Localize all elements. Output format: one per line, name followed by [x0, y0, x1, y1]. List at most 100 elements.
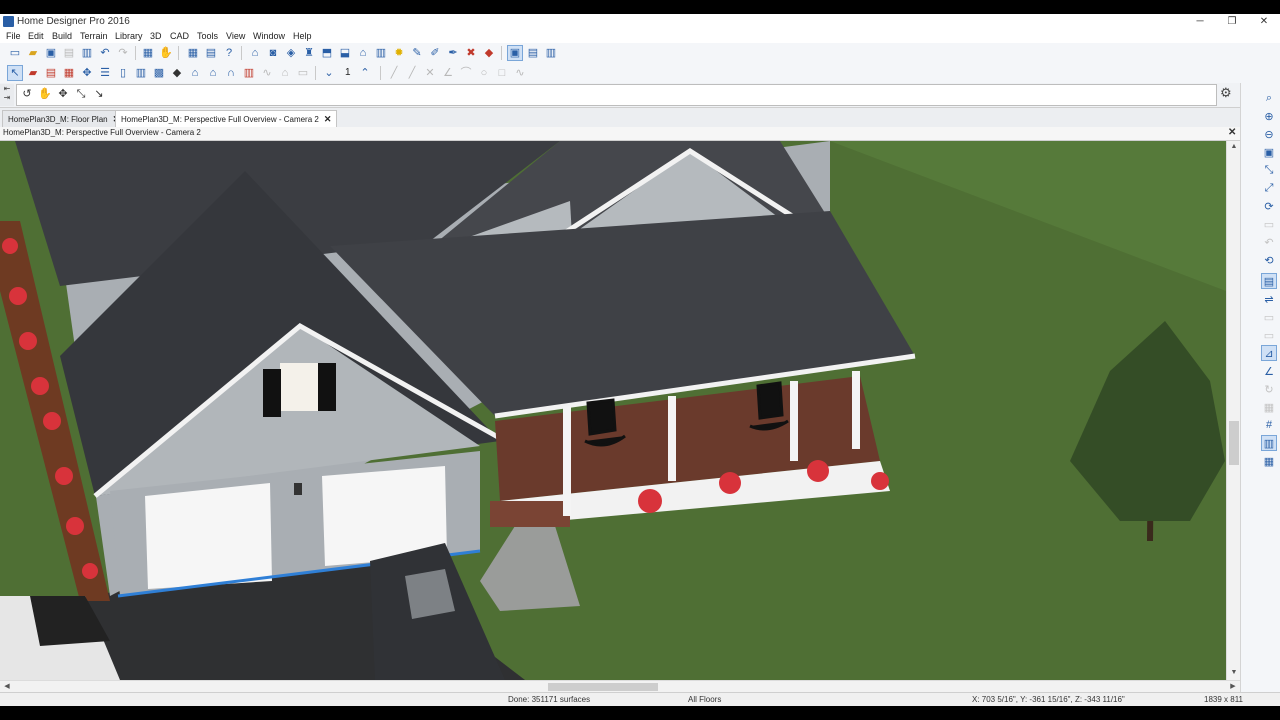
disabled-tool-icon[interactable]: ▭	[1261, 309, 1277, 325]
help-icon[interactable]: ?	[221, 45, 237, 61]
draw-spline-icon[interactable]: ∿	[512, 65, 528, 81]
fit-view-icon[interactable]: ⤢	[1261, 180, 1277, 196]
menu-view[interactable]: View	[226, 31, 245, 41]
dollhouse-icon[interactable]: ⌂	[355, 45, 371, 61]
vertical-scrollbar[interactable]: ▲ ▼	[1226, 141, 1241, 680]
elevation-icon[interactable]: ⬒	[319, 45, 335, 61]
menu-build[interactable]: Build	[52, 31, 72, 41]
delete-material-icon[interactable]: ✖	[463, 45, 479, 61]
open-folder-icon[interactable]: ▰	[25, 45, 41, 61]
zoom-out-icon[interactable]: ⊖	[1261, 126, 1277, 142]
redo-icon[interactable]: ↷	[115, 45, 131, 61]
dimension-tool-icon[interactable]: ✥	[79, 65, 95, 81]
dock-grip[interactable]: ⇤ ⇥	[0, 84, 14, 106]
plan-view-icon[interactable]: ▦	[1261, 453, 1277, 469]
material-painter-icon[interactable]: ✒	[445, 45, 461, 61]
layer-display-icon[interactable]: ▤	[1261, 273, 1277, 289]
stairs-tool-icon[interactable]: ☰	[97, 65, 113, 81]
new-file-icon[interactable]: ▭	[7, 45, 23, 61]
garage-tool-icon[interactable]: ⌂	[205, 65, 221, 81]
cabinet-tool-icon[interactable]: ▦	[61, 65, 77, 81]
pan-tool-icon[interactable]: ✋	[37, 86, 53, 102]
menu-terrain[interactable]: Terrain	[80, 31, 108, 41]
window-layout-icon[interactable]: ▤	[525, 45, 541, 61]
home-view-icon[interactable]: ⌂	[247, 45, 263, 61]
arch-tool-icon[interactable]: ∩	[223, 65, 239, 81]
close-icon[interactable]: ✕	[1228, 127, 1236, 138]
camera-icon[interactable]: ◙	[265, 45, 281, 61]
print-preview-icon[interactable]: ▥	[79, 45, 95, 61]
grid-toggle-icon[interactable]: #	[1261, 417, 1277, 433]
draw-angle-icon[interactable]: ∠	[440, 65, 456, 81]
edit-tool-icon[interactable]: ✎	[409, 45, 425, 61]
split-view-icon[interactable]: ▥	[543, 45, 559, 61]
fence-tool-icon[interactable]: ▥	[241, 65, 257, 81]
select-arrow-icon[interactable]: ↖	[7, 65, 23, 81]
close-icon[interactable]: ✕	[324, 114, 332, 124]
angle-snap-icon[interactable]: ∠	[1261, 363, 1277, 379]
snap-grid-icon[interactable]: ⊿	[1261, 345, 1277, 361]
zoom-window-icon[interactable]: ⌕	[1261, 90, 1277, 106]
floor-up-icon[interactable]: ⌃	[357, 65, 373, 81]
camera-tilt-icon[interactable]: ↘	[91, 86, 107, 102]
draw-line-icon[interactable]: ╱	[386, 65, 402, 81]
move-tool-icon[interactable]: ✥	[55, 86, 71, 102]
disabled-tool-icon[interactable]: ↻	[1261, 381, 1277, 397]
menu-tools[interactable]: Tools	[197, 31, 218, 41]
rebuild-icon[interactable]: ⟲	[1261, 252, 1277, 268]
hand-pan-icon[interactable]: ✋	[158, 45, 174, 61]
swap-view-icon[interactable]: ⤡	[1261, 162, 1277, 178]
3d-viewport[interactable]	[0, 141, 1226, 680]
gazebo-tool-icon[interactable]: ⌂	[277, 65, 293, 81]
rotate-tool-icon[interactable]: ↺	[19, 86, 35, 102]
disabled-tool-icon[interactable]: ▭	[1261, 216, 1277, 232]
house-tool-icon[interactable]: ⌂	[187, 65, 203, 81]
draw-rectangle-icon[interactable]: □	[494, 65, 510, 81]
window-tool-icon[interactable]: ▥	[133, 65, 149, 81]
menu-window[interactable]: Window	[253, 31, 285, 41]
zoom-in-icon[interactable]: ⊕	[1261, 108, 1277, 124]
menu-help[interactable]: Help	[293, 31, 312, 41]
close-button[interactable]: ✕	[1248, 14, 1280, 29]
menu-3d[interactable]: 3D	[150, 31, 162, 41]
scroll-down-icon[interactable]: ▼	[1228, 667, 1240, 679]
scroll-up-icon[interactable]: ▲	[1228, 141, 1240, 153]
eraser-icon[interactable]: ◆	[481, 45, 497, 61]
minimize-button[interactable]: ─	[1184, 14, 1216, 29]
floor-down-icon[interactable]: ⌄	[321, 65, 337, 81]
camera-move-icon[interactable]: ⤡	[73, 86, 89, 102]
fill-window-icon[interactable]: ▣	[1261, 144, 1277, 160]
scrollbar-thumb[interactable]	[548, 683, 658, 691]
menu-edit[interactable]: Edit	[28, 31, 44, 41]
draw-circle-icon[interactable]: ○	[476, 65, 492, 81]
library-icon[interactable]: ▤	[203, 45, 219, 61]
restore-button[interactable]: ❐	[1216, 14, 1248, 29]
lighting-icon[interactable]: ✹	[391, 45, 407, 61]
save-icon[interactable]: ▣	[43, 45, 59, 61]
tab-floor-plan[interactable]: HomePlan3D_M: Floor Plan✕	[2, 110, 127, 127]
draw-arc-icon[interactable]: ⌒	[458, 65, 474, 81]
menu-library[interactable]: Library	[115, 31, 143, 41]
gear-icon[interactable]: ⚙	[1220, 85, 1232, 101]
scrollbar-thumb[interactable]	[1229, 421, 1239, 465]
walkthrough-icon[interactable]: ♜	[301, 45, 317, 61]
roof-tool-icon[interactable]: ◆	[169, 65, 185, 81]
disabled-tool-icon[interactable]: ↶	[1261, 234, 1277, 250]
object-snap-icon[interactable]: ▥	[1261, 435, 1277, 451]
overview-icon[interactable]: ◈	[283, 45, 299, 61]
refresh-view-icon[interactable]: ⟳	[1261, 198, 1277, 214]
grid-icon[interactable]: ▦	[185, 45, 201, 61]
tile-view-icon[interactable]: ▣	[507, 45, 523, 61]
door-tool-icon[interactable]: ▯	[115, 65, 131, 81]
select-objects-icon[interactable]: ▦	[140, 45, 156, 61]
room-tool-icon[interactable]: ▤	[43, 65, 59, 81]
disabled-tool-icon[interactable]: ▭	[1261, 327, 1277, 343]
menu-cad[interactable]: CAD	[170, 31, 189, 41]
menu-file[interactable]: File	[6, 31, 21, 41]
draw-polyline-icon[interactable]: ╱	[404, 65, 420, 81]
tab-perspective-camera-2[interactable]: HomePlan3D_M: Perspective Full Overview …	[115, 110, 338, 127]
framing-icon[interactable]: ▥	[373, 45, 389, 61]
reference-display-icon[interactable]: ⇌	[1261, 291, 1277, 307]
cross-section-icon[interactable]: ⬓	[337, 45, 353, 61]
disabled-tool-icon[interactable]: ▦	[1261, 399, 1277, 415]
